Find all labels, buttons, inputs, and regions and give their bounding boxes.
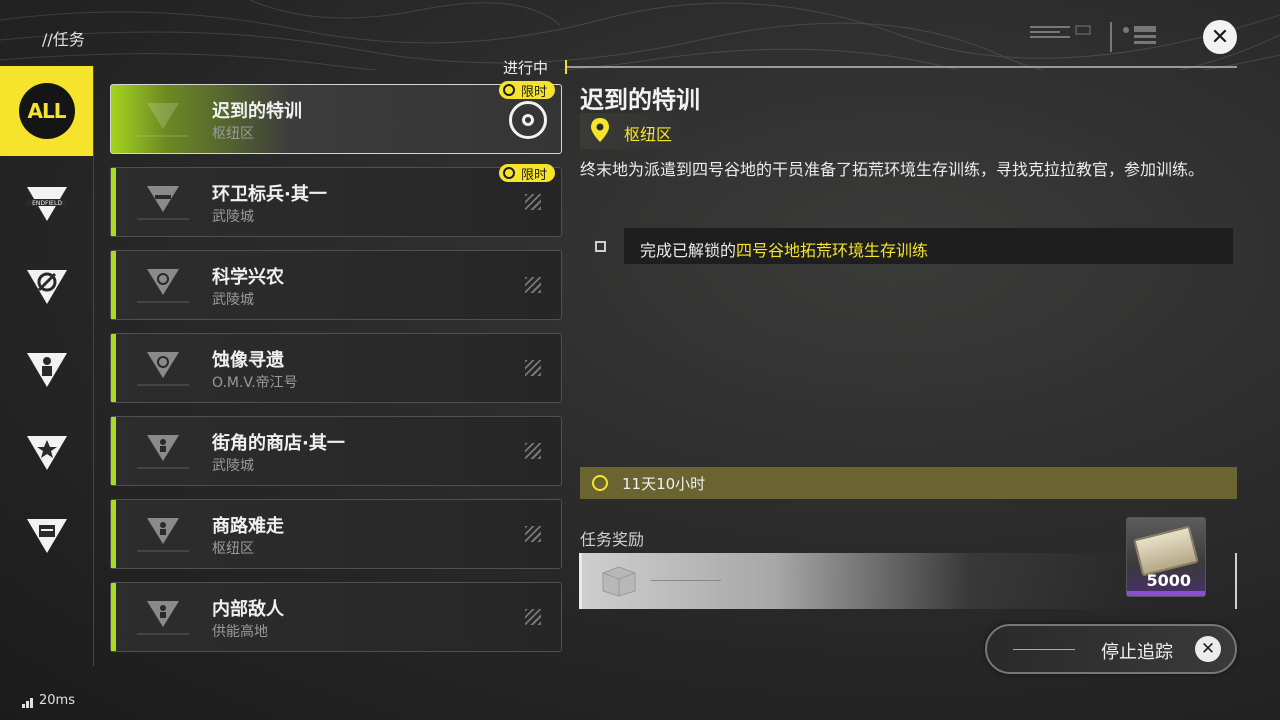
quest-item[interactable]: 科学兴农 武陵城	[110, 250, 562, 320]
quest-emblem-icon	[137, 435, 189, 469]
category-person-tab[interactable]	[0, 325, 93, 415]
status-marker	[565, 60, 567, 74]
category-compass-tab[interactable]	[0, 242, 93, 332]
clock-icon	[502, 84, 515, 96]
in-progress-label: 进行中	[503, 59, 549, 77]
quest-accent-bar	[111, 583, 116, 651]
quest-title: 街角的商店·其一	[212, 433, 345, 454]
quest-region: 武陵城	[212, 458, 254, 474]
limited-label: 限时	[520, 167, 547, 183]
header-decoration	[1030, 22, 1156, 52]
compass-triangle-icon	[26, 270, 67, 304]
quest-region: 武陵城	[212, 209, 254, 225]
tracking-target-icon[interactable]	[509, 101, 547, 139]
rarity-bar	[1127, 591, 1205, 596]
limited-time-badge: 限时	[498, 81, 555, 100]
quest-region: 枢纽区	[212, 541, 254, 557]
quest-emblem-icon	[137, 103, 189, 137]
objective-prefix: 完成已解锁的	[640, 241, 737, 260]
top-divider	[565, 66, 1237, 68]
objective-highlight: 四号谷地拓荒环境生存训练	[736, 241, 929, 260]
quest-item-selected[interactable]: 迟到的特训 枢纽区 限时	[110, 81, 562, 154]
crate-icon	[602, 566, 636, 597]
quest-emblem-icon	[137, 269, 189, 303]
stop-tracking-label: 停止追踪	[1101, 642, 1173, 663]
stop-tracking-button[interactable]: 停止追踪 ✕	[985, 624, 1237, 674]
quest-accent-bar	[111, 417, 116, 485]
category-endfield-tab[interactable]: ENDFIELD	[0, 159, 93, 249]
quest-title: 蚀像寻遗	[212, 350, 284, 371]
calendar-triangle-icon	[26, 519, 67, 553]
hatch-decoration	[525, 443, 541, 459]
quest-title: 内部敌人	[212, 599, 284, 620]
quest-item[interactable]: 内部敌人 供能高地	[110, 582, 562, 652]
objective-checkbox	[595, 241, 606, 252]
time-remaining-bar: 11天10小时	[580, 467, 1237, 499]
timer-clock-icon	[592, 475, 608, 491]
reward-divider	[1235, 553, 1237, 609]
quest-title: 科学兴农	[212, 267, 284, 288]
hatch-decoration	[525, 609, 541, 625]
quest-detail-title: 迟到的特训	[580, 86, 700, 114]
quest-title: 迟到的特训	[212, 101, 302, 122]
time-remaining-text: 11天10小时	[622, 474, 706, 493]
close-icon: ✕	[1195, 636, 1221, 662]
quest-region: 武陵城	[212, 292, 254, 308]
limited-time-badge: 限时	[498, 164, 555, 183]
reward-label: 任务奖励	[580, 530, 645, 549]
reward-item-count: 5000	[1146, 571, 1191, 590]
objective-text: 完成已解锁的四号谷地拓荒环境生存训练	[640, 237, 928, 261]
breadcrumb: //任务	[42, 30, 85, 49]
signal-icon	[22, 698, 33, 708]
clock-icon	[502, 167, 515, 179]
network-ping: 20ms	[22, 693, 75, 708]
reward-arrow	[651, 580, 721, 581]
quest-emblem-icon	[137, 186, 189, 220]
quest-item[interactable]: 街角的商店·其一 武陵城	[110, 416, 562, 486]
hatch-decoration	[525, 526, 541, 542]
hatch-decoration	[525, 277, 541, 293]
limited-label: 限时	[520, 84, 547, 100]
quest-title: 商路难走	[212, 516, 284, 537]
category-all-tab[interactable]: ALL	[0, 66, 93, 156]
quest-region: 枢纽区	[212, 126, 254, 142]
endfield-icon: ENDFIELD	[26, 187, 67, 221]
ping-value: 20ms	[39, 693, 75, 708]
quest-accent-bar	[111, 168, 116, 236]
all-icon: ALL	[18, 83, 75, 139]
reward-strip	[579, 553, 1139, 609]
hatch-decoration	[525, 360, 541, 376]
quest-location: 枢纽区	[624, 125, 673, 144]
sidebar-divider	[93, 66, 94, 666]
close-icon[interactable]: ✕	[1203, 20, 1237, 54]
category-calendar-tab[interactable]	[0, 491, 93, 581]
quest-emblem-icon	[137, 352, 189, 386]
endfield-icon-text: ENDFIELD	[32, 200, 62, 207]
quest-description: 终末地为派遣到四号谷地的干员准备了拓荒环境生存训练，寻找克拉拉教官，参加训练。	[580, 160, 1205, 179]
quest-title: 环卫标兵·其一	[212, 184, 327, 205]
category-star-tab[interactable]	[0, 408, 93, 498]
category-sidebar: ALL ENDFIELD	[0, 66, 93, 666]
hatch-decoration	[525, 194, 541, 210]
quest-item[interactable]: 商路难走 枢纽区	[110, 499, 562, 569]
reward-item-slot[interactable]: 5000	[1126, 517, 1206, 597]
location-pin-icon	[591, 118, 609, 142]
quest-accent-bar	[111, 251, 116, 319]
star-triangle-icon	[26, 436, 67, 470]
quest-item[interactable]: 蚀像寻遗 O.M.V.帝江号	[110, 333, 562, 403]
quest-item[interactable]: 环卫标兵·其一 武陵城 限时	[110, 164, 562, 237]
quest-accent-bar	[111, 500, 116, 568]
quest-accent-bar	[111, 334, 116, 402]
person-triangle-icon	[26, 353, 67, 387]
quest-emblem-icon	[137, 518, 189, 552]
quest-region: 供能高地	[212, 624, 268, 640]
quest-emblem-icon	[137, 601, 189, 635]
quest-region: O.M.V.帝江号	[212, 375, 298, 391]
cash-stack-icon	[1133, 525, 1199, 577]
